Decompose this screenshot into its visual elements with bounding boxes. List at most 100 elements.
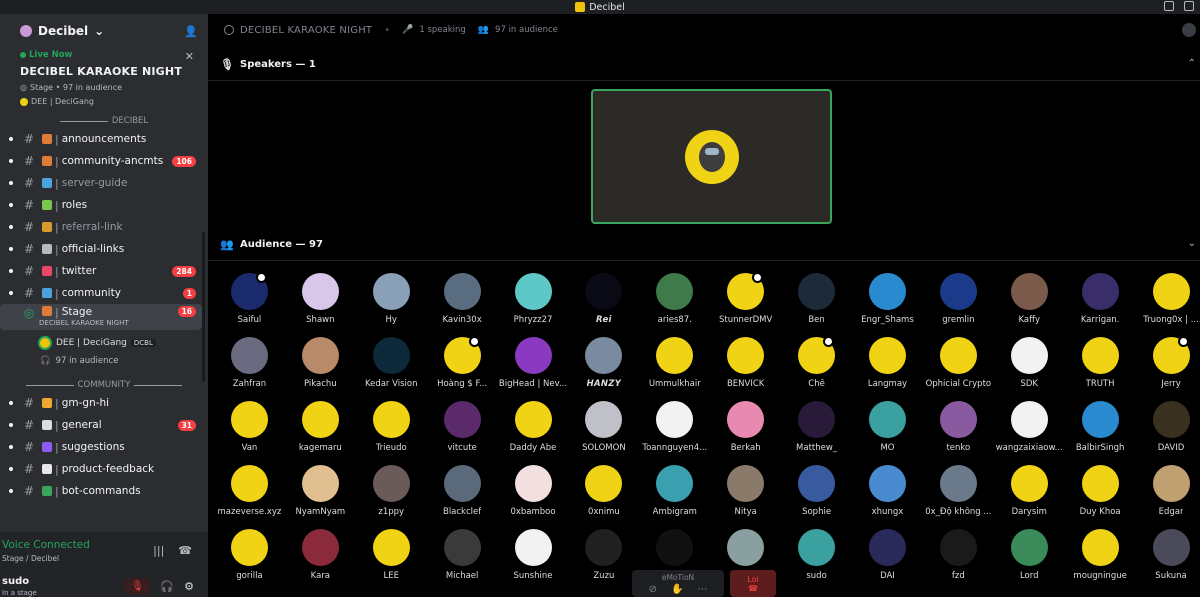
audience-member[interactable]: Zuzu (568, 529, 639, 593)
audience-member[interactable]: Daddy Abe (498, 401, 569, 465)
sidebar-item-bot-commands[interactable]: # | bot-commands (0, 480, 202, 502)
audience-member[interactable]: Ummulkhair (639, 337, 710, 401)
sidebar-item-server-guide[interactable]: # | server-guide (0, 172, 202, 194)
audience-member[interactable]: Ambigram (639, 465, 710, 529)
audience-member[interactable]: Pikachu (285, 337, 356, 401)
audience-member[interactable]: tenko (923, 401, 994, 465)
audience-member[interactable]: vitcute (427, 401, 498, 465)
avatar[interactable] (1182, 23, 1196, 37)
noise-suppression-icon[interactable]: ||| (153, 544, 164, 557)
audience-member[interactable]: Langmay (852, 337, 923, 401)
audience-member[interactable]: Shawn (285, 273, 356, 337)
audience-member[interactable]: Truong0x | ... (1136, 273, 1200, 337)
audience-member[interactable]: Duy Khoa (1065, 465, 1136, 529)
audience-member[interactable]: kagemaru (285, 401, 356, 465)
audience-member[interactable]: BigHead | Nev... (498, 337, 569, 401)
audience-member[interactable]: Trieudo (356, 401, 427, 465)
audience-member[interactable]: 0xbamboo (498, 465, 569, 529)
sidebar-item-announcements[interactable]: # | announcements (0, 128, 202, 150)
audience-member[interactable]: MO (852, 401, 923, 465)
sidebar-item-general[interactable]: # | general 31 (0, 414, 202, 436)
audience-member[interactable]: Blackclef (427, 465, 498, 529)
audience-member[interactable]: TRUTH (1065, 337, 1136, 401)
audience-member[interactable]: Ophicial Crypto (923, 337, 994, 401)
audience-member[interactable]: NyamNyam (285, 465, 356, 529)
audience-member[interactable]: Rei (568, 273, 639, 337)
audience-member[interactable]: Zahfran (214, 337, 285, 401)
inbox-icon[interactable] (1164, 1, 1174, 11)
audience-member[interactable]: DAI (852, 529, 923, 593)
add-member-icon[interactable]: 👤 (184, 25, 198, 38)
audience-member[interactable]: sudo (781, 529, 852, 593)
disconnect-icon[interactable]: ☎ (178, 544, 192, 557)
audience-member[interactable]: Engr_Shams (852, 273, 923, 337)
chevron-down-icon[interactable]: ⌄ (1188, 238, 1196, 249)
audience-member[interactable]: LEE (356, 529, 427, 593)
audience-member[interactable]: Sukuna (1136, 529, 1200, 593)
category-decibel[interactable]: DECIBEL (0, 114, 208, 128)
audience-member[interactable]: Lord (994, 529, 1065, 593)
close-icon[interactable]: ✕ (185, 50, 194, 63)
sidebar-item-community[interactable]: # | community 1 (0, 282, 202, 304)
audience-member[interactable]: Berkah (710, 401, 781, 465)
guild-name-group[interactable]: Decibel ⌄ (20, 24, 104, 38)
audience-member[interactable]: Karrigan. (1065, 273, 1136, 337)
audience-member[interactable]: 0x_Độ không ... (923, 465, 994, 529)
audience-member[interactable]: fzd (923, 529, 994, 593)
audience-member[interactable]: Kaffy (994, 273, 1065, 337)
sidebar-item-community-ancmts[interactable]: # | community-ancmts 106 (0, 150, 202, 172)
headphones-icon[interactable]: 🎧 (160, 580, 174, 593)
sidebar-item-product-feedback[interactable]: # | product-feedback (0, 458, 202, 480)
sidebar-item-gm-gn-hi[interactable]: # | gm-gn-hi (0, 392, 202, 414)
audience-member[interactable]: gremlin (923, 273, 994, 337)
audience-member[interactable]: StunnerDMV (710, 272, 781, 337)
audience-member[interactable]: Sophie (781, 465, 852, 529)
audience-member[interactable]: Matthew_ (781, 401, 852, 465)
sidebar-item-official-links[interactable]: # | official-links (0, 238, 202, 260)
audience-member[interactable]: Kavin30x (427, 273, 498, 337)
mute-icon[interactable]: ⊘ (649, 584, 657, 595)
audience-member[interactable]: Chê (781, 336, 852, 401)
leave-stage-button[interactable]: Loi ☎ (730, 570, 776, 597)
audience-member[interactable]: BENVICK (710, 337, 781, 401)
audience-member[interactable]: z1ppy (356, 465, 427, 529)
audience-member[interactable]: Sunshine (498, 529, 569, 593)
user-name[interactable]: sudo (2, 576, 29, 587)
audience-member[interactable]: Darysim (994, 465, 1065, 529)
sidebar-item-stage[interactable]: ◎ | Stage DECIBEL KARAOKE NIGHT 16 (0, 304, 202, 330)
audience-member[interactable]: gorilla (214, 529, 285, 593)
guild-header[interactable]: Decibel ⌄ 👤 (0, 14, 208, 48)
more-icon[interactable]: ⋯ (697, 584, 707, 595)
audience-member[interactable]: Michael (427, 529, 498, 593)
sidebar-scrollbar[interactable] (202, 232, 205, 382)
chevron-up-icon[interactable]: ⌃ (1188, 58, 1196, 69)
audience-member[interactable]: SOLOMON (568, 401, 639, 465)
audience-member[interactable]: SDK (994, 337, 1065, 401)
audience-member[interactable]: mazeverse.xyz (214, 465, 285, 529)
gear-icon[interactable]: ⚙ (184, 580, 194, 593)
stage-speaker[interactable]: DEE | DeciGang DCBL (0, 334, 208, 352)
sidebar-item-referral-link[interactable]: # | referral-link (0, 216, 202, 238)
audience-member[interactable]: Ben (781, 273, 852, 337)
audience-member[interactable]: mougningue (1065, 529, 1136, 593)
sidebar-item-twitter[interactable]: # | twitter 284 (0, 260, 202, 282)
mic-muted-icon[interactable]: 🎙 (124, 578, 151, 594)
speaker-tile[interactable] (591, 89, 832, 224)
audience-member[interactable]: xhungx (852, 465, 923, 529)
audience-member[interactable]: Jerry (1136, 336, 1200, 401)
audience-member[interactable]: Edgar (1136, 465, 1200, 529)
category-community[interactable]: COMMUNITY (0, 378, 208, 392)
audience-member[interactable]: Kara (285, 529, 356, 593)
audience-member[interactable]: Hy (356, 273, 427, 337)
raise-hand-icon[interactable]: ✋ (671, 584, 683, 595)
audience-member[interactable]: Phryzz27 (498, 273, 569, 337)
audience-member[interactable]: Saiful (214, 272, 285, 337)
sidebar-item-suggestions[interactable]: # | suggestions (0, 436, 202, 458)
audience-member[interactable]: Hoàng $ F... (427, 336, 498, 401)
sidebar-item-roles[interactable]: # | roles (0, 194, 202, 216)
audience-member[interactable]: DAVID (1136, 401, 1200, 465)
audience-member[interactable]: BalbirSingh (1065, 401, 1136, 465)
audience-member[interactable]: Nitya (710, 465, 781, 529)
help-icon[interactable] (1184, 1, 1194, 11)
audience-member[interactable]: Van (214, 401, 285, 465)
